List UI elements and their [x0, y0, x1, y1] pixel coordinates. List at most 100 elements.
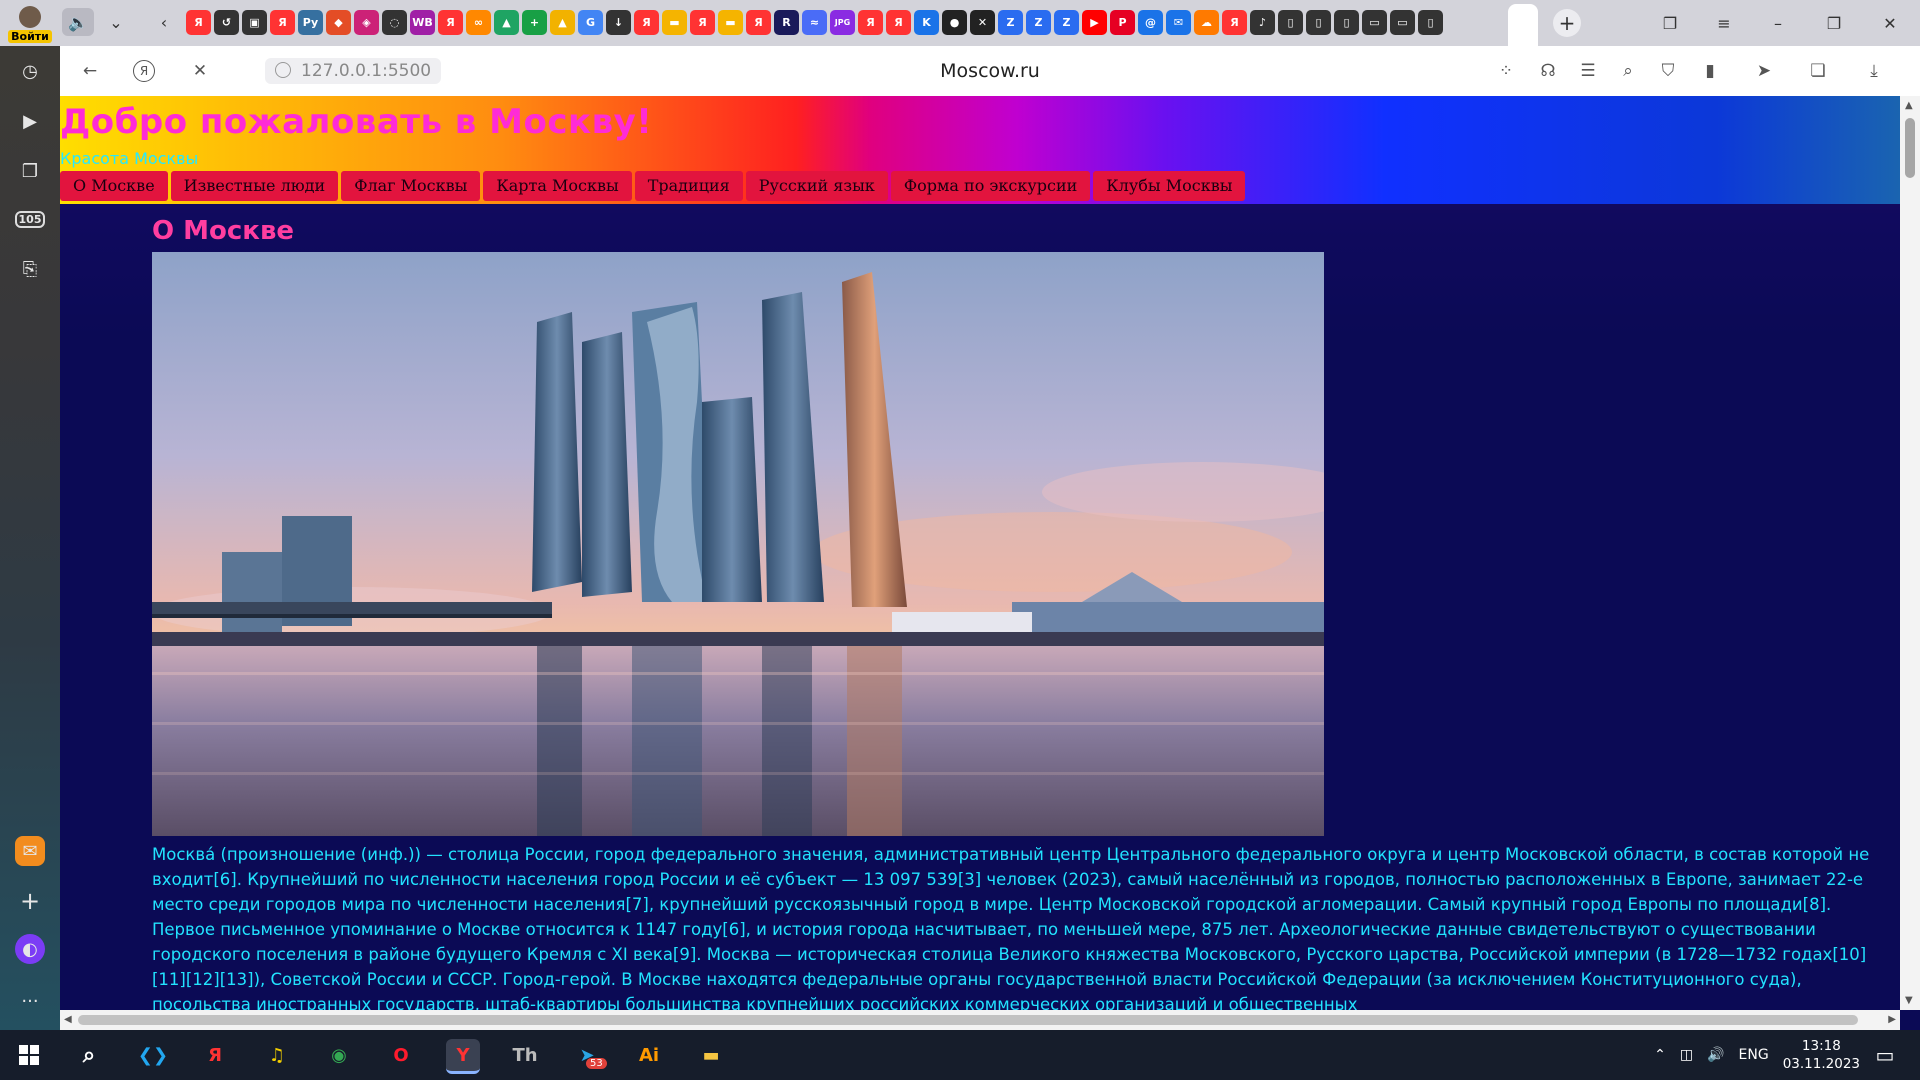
pinned-tab[interactable]: Я — [690, 10, 715, 35]
volume-icon[interactable]: 🔊 — [1707, 1047, 1724, 1063]
pinned-tab[interactable]: ♪ — [1250, 10, 1275, 35]
nav-item[interactable]: Флаг Москвы — [341, 171, 481, 201]
taskbar-app-vscode[interactable]: ❮❯ — [136, 1039, 170, 1071]
nav-item[interactable]: О Москве — [60, 171, 168, 201]
pinned-tab[interactable]: Я — [858, 10, 883, 35]
pinned-tab[interactable]: ✕ — [970, 10, 995, 35]
taskbar-app-explorer[interactable]: ▬ — [694, 1039, 728, 1071]
add-panel-icon[interactable]: + — [15, 886, 45, 916]
vertical-scroll-thumb[interactable] — [1905, 118, 1915, 178]
pinned-tab[interactable]: ↓ — [606, 10, 631, 35]
start-button[interactable] — [12, 1039, 46, 1071]
pinned-tab[interactable]: Я — [634, 10, 659, 35]
audio-button[interactable]: ☊ — [1534, 58, 1562, 84]
nav-item[interactable]: Известные люди — [170, 171, 339, 201]
chevron-up-icon[interactable]: ⌃ — [1654, 1047, 1666, 1063]
scroll-down-icon[interactable]: ▼ — [1905, 995, 1913, 1006]
clock[interactable]: 13:18 03.11.2023 — [1783, 1037, 1860, 1073]
reader-mode-button[interactable]: ☰ — [1574, 58, 1602, 84]
pinned-tab[interactable]: ▯ — [1418, 10, 1443, 35]
minimize-button[interactable]: – — [1760, 10, 1796, 36]
taskbar-app-illustrator[interactable]: Ai — [632, 1039, 666, 1071]
pinned-tab[interactable]: ▣ — [242, 10, 267, 35]
pinned-tab[interactable]: Я — [186, 10, 211, 35]
taskbar-app-chrome[interactable]: ◉ — [322, 1039, 356, 1071]
pinned-tab[interactable]: Z — [998, 10, 1023, 35]
pinned-tab[interactable]: P — [1110, 10, 1135, 35]
pinned-tab[interactable]: Py — [298, 10, 323, 35]
downloads-button[interactable]: ⤓ — [1860, 58, 1888, 84]
pinned-tab[interactable]: ↺ — [214, 10, 239, 35]
taskbar-app-yandex[interactable]: Я — [198, 1039, 232, 1071]
pinned-tab[interactable]: K — [914, 10, 939, 35]
tabs-scroll-left-button[interactable]: ‹ — [148, 8, 180, 36]
pinned-tab[interactable]: ▶ — [1082, 10, 1107, 35]
send-button[interactable]: ➤ — [1750, 58, 1778, 84]
pinned-tab[interactable]: ▯ — [1278, 10, 1303, 35]
pinned-tab[interactable]: ▭ — [1390, 10, 1415, 35]
login-button[interactable]: Войти — [8, 3, 52, 43]
notifications-button[interactable]: ▭ — [1868, 1039, 1902, 1071]
alice-icon[interactable]: ◐ — [15, 934, 45, 964]
horizontal-scroll-thumb[interactable] — [78, 1015, 1858, 1025]
pinned-tab[interactable]: Z — [1054, 10, 1079, 35]
pinned-tab[interactable]: ◈ — [354, 10, 379, 35]
pinned-tab[interactable]: ▲ — [494, 10, 519, 35]
taskbar-app-opera[interactable]: O — [384, 1039, 418, 1071]
horizontal-scrollbar[interactable]: ◀ ▶ — [60, 1010, 1900, 1030]
new-tab-button[interactable]: + — [1553, 9, 1581, 37]
back-button[interactable]: ← — [76, 58, 104, 84]
network-icon[interactable]: ◫ — [1680, 1047, 1693, 1063]
pinned-tab[interactable]: ▲ — [550, 10, 575, 35]
nav-item[interactable]: Клубы Москвы — [1093, 171, 1246, 201]
counter-badge[interactable]: 105 — [14, 204, 46, 234]
screenshot-icon[interactable]: ⎘ — [15, 254, 45, 284]
history-icon[interactable]: ◷ — [15, 56, 45, 86]
tabs-dropdown-button[interactable]: ⌄ — [100, 8, 132, 36]
nav-item[interactable]: Карта Москвы — [483, 171, 632, 201]
pinned-tab[interactable]: ▬ — [662, 10, 687, 35]
mail-app-icon[interactable]: ✉ — [15, 836, 45, 866]
pinned-tab[interactable]: Я — [1222, 10, 1247, 35]
pinned-tab[interactable]: Я — [438, 10, 463, 35]
menu-button[interactable]: ≡ — [1706, 10, 1742, 36]
protect-button[interactable]: ⛉ — [1654, 58, 1682, 84]
vertical-scrollbar[interactable]: ▲ ▼ — [1900, 96, 1920, 1010]
close-button[interactable]: ✕ — [1872, 10, 1908, 36]
url-field[interactable]: 127.0.0.1:5500 — [265, 58, 442, 84]
pinned-tab[interactable]: Я — [746, 10, 771, 35]
video-icon[interactable]: ▶ — [15, 106, 45, 136]
language-indicator[interactable]: ENG — [1739, 1047, 1769, 1063]
search-button[interactable]: ⌕ — [72, 1039, 106, 1071]
pinned-tab[interactable]: Я — [886, 10, 911, 35]
nav-item[interactable]: Форма по экскурсии — [890, 171, 1091, 201]
mute-tab-button[interactable]: 🔈 — [62, 8, 94, 36]
scroll-up-icon[interactable]: ▲ — [1905, 100, 1913, 111]
pinned-tab[interactable]: Я — [270, 10, 295, 35]
active-tab[interactable] — [1508, 4, 1538, 46]
extensions-button[interactable]: ⁘ — [1492, 58, 1520, 84]
pinned-tab[interactable]: ☁ — [1194, 10, 1219, 35]
scroll-left-icon[interactable]: ◀ — [64, 1014, 72, 1025]
pinned-tab[interactable]: ◌ — [382, 10, 407, 35]
pinned-tab[interactable]: + — [522, 10, 547, 35]
pinned-tab[interactable]: ▯ — [1334, 10, 1359, 35]
pinned-tab[interactable]: @ — [1138, 10, 1163, 35]
taskbar-app-yandex-music[interactable]: ♫ — [260, 1039, 294, 1071]
pinned-tab[interactable]: Z — [1026, 10, 1051, 35]
pinned-tab[interactable]: ▯ — [1306, 10, 1331, 35]
tabs-panel-button[interactable]: ❐ — [1652, 10, 1688, 36]
taskbar-app-yandex-browser[interactable]: Y — [446, 1039, 480, 1074]
pinned-tab[interactable]: WB — [410, 10, 435, 35]
pinned-tab[interactable]: R — [774, 10, 799, 35]
pinned-tab[interactable]: ◆ — [326, 10, 351, 35]
scroll-right-icon[interactable]: ▶ — [1888, 1014, 1896, 1025]
pinned-tab[interactable]: ∞ — [466, 10, 491, 35]
pinned-tab[interactable]: ≈ — [802, 10, 827, 35]
nav-item[interactable]: Традиция — [634, 171, 743, 201]
translate-button[interactable]: ⌕ — [1614, 58, 1642, 84]
pinned-tab[interactable]: ▬ — [718, 10, 743, 35]
more-icon[interactable]: ··· — [15, 986, 45, 1016]
taskbar-app-typora[interactable]: Th — [508, 1039, 542, 1071]
stop-loading-button[interactable]: ✕ — [186, 58, 214, 84]
